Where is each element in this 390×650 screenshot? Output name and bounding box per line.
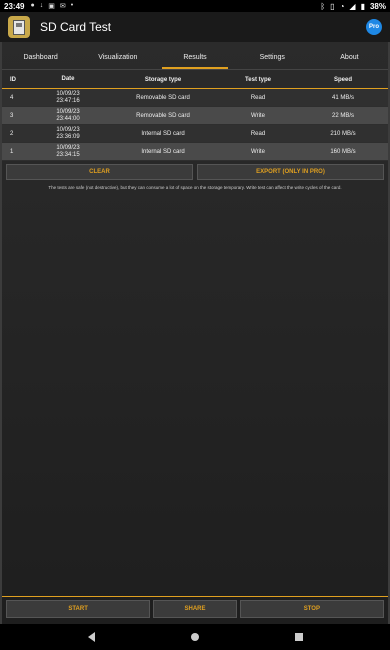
cell-storage-type: Internal SD card [141, 148, 185, 155]
cell-date-day: 10/09/23 [56, 126, 80, 133]
cell-date-day: 10/09/23 [56, 108, 80, 115]
share-button[interactable]: SHARE [153, 600, 237, 618]
cell-test-type: Read [250, 130, 266, 137]
cell-test-type: Write [251, 148, 265, 155]
cell-id: 2 [10, 130, 14, 137]
cell-id: 4 [10, 94, 14, 101]
status-time: 23:49 [4, 1, 25, 11]
cell-date: 10/09/23 23:34:15 [28, 145, 108, 159]
cell-speed: 210 MB/s [330, 130, 356, 137]
back-icon[interactable] [87, 632, 95, 642]
cell-test-type: Read [250, 94, 266, 101]
header-storage-type: Storage type [144, 76, 182, 83]
header-id: ID [10, 76, 16, 83]
bluetooth-icon: ᛒ [320, 1, 326, 11]
cell-date-day: 10/09/23 [56, 144, 80, 151]
export-button[interactable]: EXPORT (ONLY IN PRO) [197, 164, 384, 180]
main-content: Dashboard Visualization Results Settings… [0, 42, 390, 624]
status-left-icons: ● ↓ ▣ ✉ • [30, 2, 73, 10]
cell-id: 1 [10, 148, 14, 155]
bottom-action-bar: START SHARE STOP [2, 596, 388, 618]
header-date: Date [61, 76, 75, 82]
tab-settings[interactable]: Settings [234, 42, 311, 69]
cell-speed: 160 MB/s [330, 148, 356, 155]
battery-icon: ▮ [360, 1, 365, 11]
cell-id: 3 [10, 112, 14, 119]
table-row[interactable]: 1 10/09/23 23:34:15 Internal SD card Writ… [2, 143, 388, 161]
cell-storage-type: Removable SD card [136, 112, 190, 119]
sd-card-app-icon [8, 16, 30, 38]
table-row[interactable]: 3 10/09/23 23:44:00 Removable SD card Wri… [2, 107, 388, 125]
cell-speed: 41 MB/s [331, 94, 354, 101]
tab-results[interactable]: Results [156, 42, 233, 69]
status-bar: 23:49 ● ↓ ▣ ✉ • ᛒ ▯ ◔ ◢ ▮ 38% [0, 0, 390, 12]
safety-note: The tests are safe (not destructive), bu… [48, 185, 342, 190]
stop-button[interactable]: STOP [239, 600, 384, 618]
tab-bar: Dashboard Visualization Results Settings… [2, 42, 388, 70]
status-right: ᛒ ▯ ◔ ◢ ▮ 38% [320, 2, 386, 11]
cell-date: 10/09/23 23:44:00 [28, 109, 108, 123]
table-row[interactable]: 2 10/09/23 23:36:09 Internal SD card Read… [2, 125, 388, 143]
start-button[interactable]: START [6, 600, 151, 618]
vibrate-icon: ▯ [330, 1, 335, 11]
results-actions: CLEAR EXPORT (ONLY IN PRO) [2, 161, 388, 180]
results-table: ID Date Storage type Test type Speed 4 1… [2, 71, 388, 161]
header-speed: Speed [333, 76, 352, 83]
recents-icon[interactable] [294, 633, 303, 641]
download-icon: ↓ [39, 2, 44, 9]
dot-icon: • [70, 2, 74, 9]
table-header: ID Date Storage type Test type Speed [2, 71, 388, 89]
cell-storage-type: Internal SD card [141, 130, 185, 137]
notification-icon: ● [30, 2, 35, 9]
cell-date: 10/09/23 23:47:16 [28, 91, 108, 105]
tab-visualization[interactable]: Visualization [79, 42, 156, 69]
battery-level: 38% [369, 1, 386, 11]
cell-date-time: 23:47:16 [56, 97, 80, 104]
wifi-icon: ◔ [339, 1, 345, 11]
app-bar: SD Card Test Pro [0, 12, 390, 42]
table-row[interactable]: 4 10/09/23 23:47:16 Removable SD card Rea… [2, 89, 388, 107]
home-icon[interactable] [190, 633, 199, 641]
tab-dashboard[interactable]: Dashboard [2, 42, 79, 69]
system-nav-bar [0, 624, 390, 650]
gallery-icon: ▣ [48, 3, 55, 10]
cell-storage-type: Removable SD card [136, 94, 190, 101]
cell-speed: 22 MB/s [331, 112, 354, 119]
header-test-type: Test type [245, 76, 271, 83]
cell-date-time: 23:34:15 [56, 151, 80, 158]
cell-date-time: 23:44:00 [56, 115, 80, 122]
tab-about[interactable]: About [311, 42, 388, 69]
cell-date-day: 10/09/23 [56, 90, 80, 97]
cell-test-type: Write [251, 112, 265, 119]
pro-badge-button[interactable]: Pro [366, 19, 382, 35]
signal-icon: ◢ [349, 1, 356, 11]
cell-date: 10/09/23 23:36:09 [28, 127, 108, 141]
mail-icon: ✉ [59, 3, 66, 10]
cell-date-time: 23:36:09 [56, 133, 80, 140]
app-title: SD Card Test [40, 20, 112, 34]
clear-button[interactable]: CLEAR [6, 164, 193, 180]
